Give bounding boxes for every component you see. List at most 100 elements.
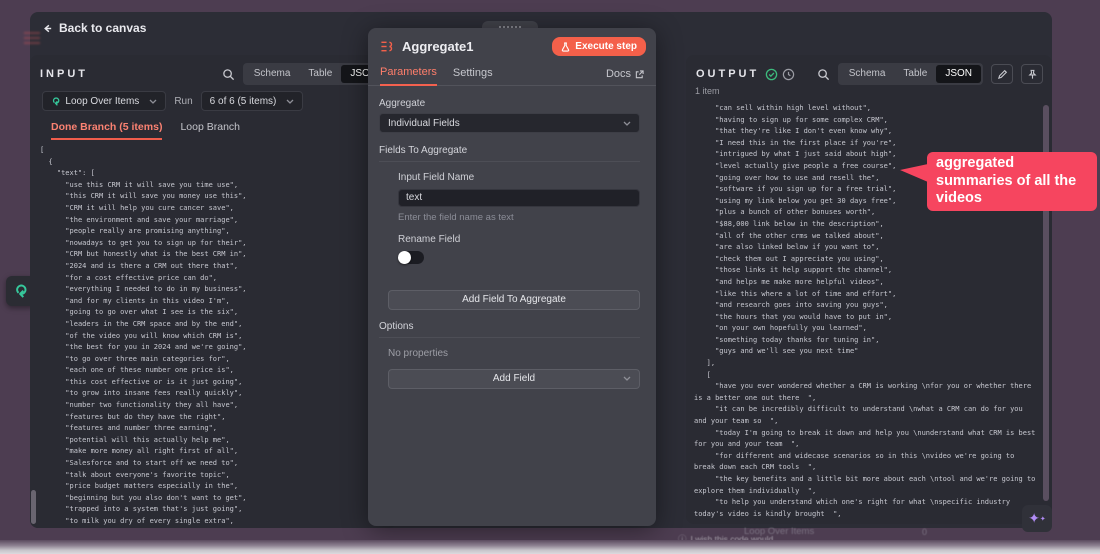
add-field-to-aggregate-label: Add Field To Aggregate: [462, 294, 566, 305]
code-line: "are also linked below if you want to",: [694, 242, 1038, 254]
code-line: [: [694, 370, 1038, 382]
search-icon[interactable]: [222, 68, 235, 81]
code-line: "potential will this actually help me",: [40, 435, 393, 447]
code-line: "price budget matters especially in the"…: [40, 481, 393, 493]
code-line: "have you ever wondered whether a CRM is…: [694, 381, 1038, 404]
input-field-name-input[interactable]: [398, 189, 640, 207]
aggregate-node-dialog: Aggregate1 Execute step Parameters Setti…: [368, 28, 656, 526]
sparkle-icon: ✦✦: [1028, 510, 1046, 527]
input-field-help-text: Enter the field name as text: [398, 212, 640, 223]
code-line: "it can be incredibly difficult to under…: [694, 404, 1038, 427]
pin-data-button[interactable]: [1021, 64, 1043, 84]
add-field-button[interactable]: Add Field: [388, 369, 640, 389]
tab-loop-branch[interactable]: Loop Branch: [180, 121, 240, 140]
input-panel: INPUT Schema Table JSON ⟳ Loop Over Item…: [30, 55, 397, 528]
code-line: "check them out I appreciate you using",: [694, 254, 1038, 266]
dialog-title: Aggregate1: [402, 39, 474, 54]
dialog-tabs: Parameters Settings Docs: [368, 59, 656, 86]
code-line: "and for my clients in this video I'm",: [40, 296, 393, 308]
flask-icon: [561, 42, 570, 52]
input-view-switcher: Schema Table JSON: [243, 63, 388, 85]
annotation-callout: aggregated summaries of all the videos: [927, 152, 1097, 211]
edit-output-button[interactable]: [991, 64, 1013, 84]
output-tab-schema[interactable]: Schema: [840, 65, 895, 83]
code-line: "and research goes into saving you guys"…: [694, 300, 1038, 312]
code-line: "having to sign up for some complex CRM"…: [694, 115, 1038, 127]
input-json-code[interactable]: [ { "text": [ "use this CRM it will save…: [40, 145, 393, 526]
back-arrow-icon: [42, 23, 53, 34]
run-label: Run: [174, 96, 192, 107]
field-card: Input Field Name Enter the field name as…: [398, 172, 640, 264]
code-line: "going to go over what I see is the six"…: [40, 307, 393, 319]
input-source-select[interactable]: ⟳ Loop Over Items: [42, 91, 166, 111]
code-line: "can sell within high level without",: [694, 103, 1038, 115]
canvas-node-label: Loop Over Items: [744, 526, 814, 537]
aggregate-field-label: Aggregate: [379, 98, 640, 109]
rename-field-toggle[interactable]: [398, 251, 424, 264]
input-scrollbar[interactable]: [31, 490, 36, 524]
input-tab-schema[interactable]: Schema: [245, 65, 300, 83]
docs-label: Docs: [606, 68, 631, 80]
code-line: "CRM but honestly what is the best CRM i…: [40, 249, 393, 261]
add-field-to-aggregate-button[interactable]: Add Field To Aggregate: [388, 290, 640, 310]
code-line: "features and number three earning",: [40, 423, 393, 435]
chevron-down-icon: [623, 121, 631, 126]
code-line: "number two functionality they all have"…: [40, 400, 393, 412]
code-line: "for different and widecase scenarios so…: [694, 451, 1038, 474]
chevron-down-icon: [286, 99, 294, 104]
ai-assistant-button[interactable]: ✦✦: [1022, 505, 1052, 532]
output-title: OUTPUT: [696, 68, 759, 80]
code-line: "the key benefits and a little bit more …: [694, 474, 1038, 497]
aggregate-node-icon: [380, 39, 395, 54]
branch-tabs: Done Branch (5 items) Loop Branch: [30, 111, 397, 140]
code-line: "this CRM it will save you money use thi…: [40, 191, 393, 203]
code-line: "CRM it will help you cure cancer save",: [40, 203, 393, 215]
code-line: {: [40, 157, 393, 169]
code-line: "to help you understand which one's righ…: [694, 497, 1038, 520]
external-link-icon: [635, 70, 644, 79]
fields-to-aggregate-section-label: Fields To Aggregate: [379, 145, 640, 162]
code-line: "and helps me make more helpful videos",: [694, 277, 1038, 289]
execute-step-button[interactable]: Execute step: [552, 37, 646, 56]
pin-icon: [1027, 69, 1038, 80]
aggregate-mode-value: Individual Fields: [388, 118, 460, 129]
code-line: "text": [: [40, 168, 393, 180]
code-line: "features but do they have the right",: [40, 412, 393, 424]
run-info-icon[interactable]: [782, 68, 795, 81]
code-line: "to go over three main categories for",: [40, 354, 393, 366]
code-line: "trapped into a system that's just going…: [40, 504, 393, 516]
options-section-label: Options: [379, 321, 640, 338]
no-properties-text: No properties: [388, 348, 640, 359]
chevron-down-icon: [623, 376, 631, 381]
run-value: 6 of 6 (5 items): [210, 96, 277, 107]
code-line: "the best for you in 2024 and we're goin…: [40, 342, 393, 354]
success-check-icon: [765, 68, 778, 81]
code-line: "nowadays to get you to sign up for thei…: [40, 238, 393, 250]
code-line: "something today thanks for tuning in",: [694, 335, 1038, 347]
code-line: "all of the other crms we talked about",: [694, 231, 1038, 243]
code-line: "for a cost effective price can do",: [40, 273, 393, 285]
output-tab-table[interactable]: Table: [894, 65, 936, 83]
input-source-value: Loop Over Items: [65, 96, 139, 107]
back-to-canvas-label: Back to canvas: [59, 21, 146, 35]
canvas-node-badge: 0: [922, 527, 927, 537]
background-node-artifact: [24, 32, 40, 44]
search-icon[interactable]: [817, 68, 830, 81]
pencil-icon: [997, 69, 1008, 80]
input-tab-table[interactable]: Table: [299, 65, 341, 83]
code-line: ],: [694, 358, 1038, 370]
aggregate-mode-select[interactable]: Individual Fields: [379, 113, 640, 133]
code-line: "$88,000 link below in the description",: [694, 219, 1038, 231]
screen-bottom-edge: [0, 540, 1100, 554]
rename-field-label: Rename Field: [398, 234, 640, 245]
tab-settings[interactable]: Settings: [453, 63, 493, 85]
run-select[interactable]: 6 of 6 (5 items): [201, 91, 304, 111]
tab-parameters[interactable]: Parameters: [380, 62, 437, 86]
add-field-label: Add Field: [493, 373, 535, 384]
output-tab-json[interactable]: JSON: [936, 65, 981, 83]
back-to-canvas-button[interactable]: Back to canvas: [42, 21, 146, 35]
chevron-down-icon: [149, 99, 157, 104]
docs-link[interactable]: Docs: [606, 68, 644, 85]
tab-done-branch[interactable]: Done Branch (5 items): [51, 121, 162, 140]
code-line: "this cost effective or is it just going…: [40, 377, 393, 389]
